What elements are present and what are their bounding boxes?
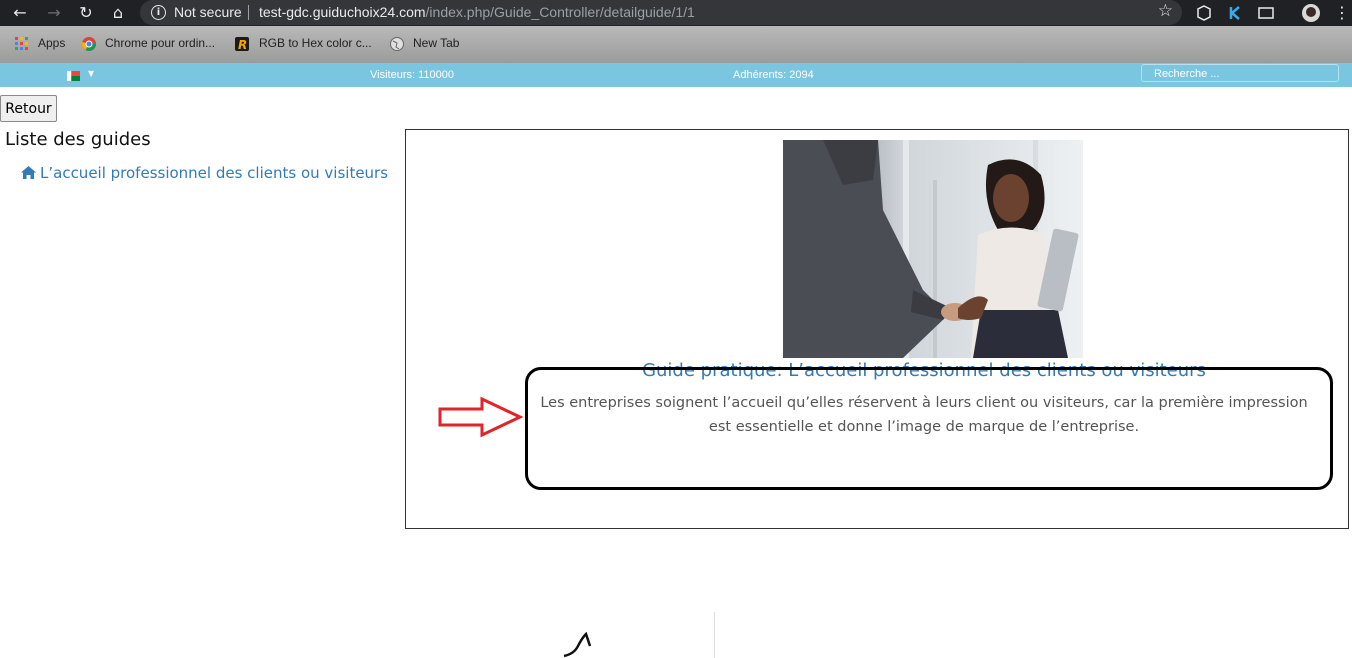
svg-text:R: R — [238, 38, 247, 51]
site-header-bar: ▼ Visiteurs: 110000 Adhérents: 2094 Rech… — [0, 63, 1352, 87]
back-arrow-icon[interactable]: ← — [10, 3, 30, 23]
home-icon[interactable]: ⌂ — [108, 3, 128, 23]
reload-icon[interactable]: ↻ — [76, 3, 96, 23]
guide-photo — [783, 140, 1083, 358]
url-text[interactable]: test-gdc.guiduchoix24.com/index.php/Guid… — [259, 4, 695, 20]
bookmark-star-icon[interactable]: ☆ — [1158, 1, 1173, 21]
extension-cube-icon[interactable] — [1195, 4, 1213, 22]
home-icon — [21, 166, 36, 179]
bookmark-apps[interactable]: Apps — [38, 36, 65, 50]
chrome-icon — [82, 37, 96, 51]
globe-icon — [390, 37, 404, 51]
url-host: test-gdc.guiduchoix24.com — [259, 4, 426, 20]
guide-link-label: L’accueil professionnel des clients ou v… — [40, 164, 389, 182]
security-label: Not secure — [174, 4, 242, 20]
forward-arrow-icon[interactable]: → — [44, 3, 64, 23]
menu-dots-icon[interactable]: ⋮ — [1332, 3, 1352, 23]
bookmark-rgb-hex[interactable]: RGB to Hex color c... — [259, 36, 372, 50]
annotation-highlight-box — [525, 367, 1333, 490]
bookmark-new-tab[interactable]: New Tab — [413, 36, 459, 50]
browser-toolbar: ← → ↻ ⌂ i Not secure test-gdc.guiduchoix… — [0, 0, 1352, 26]
retour-button[interactable]: Retour — [0, 95, 57, 122]
address-bar[interactable]: i Not secure test-gdc.guiduchoix24.com/i… — [140, 0, 1182, 25]
info-icon[interactable]: i — [151, 5, 166, 20]
url-divider — [248, 5, 249, 20]
madagascar-flag-icon[interactable] — [67, 71, 80, 81]
apps-grid-icon — [15, 37, 28, 50]
extension-k-icon[interactable] — [1226, 4, 1244, 22]
guide-list-item[interactable]: L’accueil professionnel des clients ou v… — [21, 164, 388, 182]
url-path: /index.php/Guide_Controller/detailguide/… — [425, 4, 695, 20]
visitors-count: Visiteurs: 110000 — [370, 69, 454, 81]
members-count: Adhérents: 2094 — [733, 69, 814, 81]
footer-logo-icon — [563, 632, 592, 658]
r-logo-icon: R — [235, 37, 249, 51]
guide-list-title: Liste des guides — [5, 129, 151, 150]
language-caret-icon[interactable]: ▼ — [88, 69, 94, 78]
bookmarks-bar: Apps Chrome pour ordin... R RGB to Hex c… — [0, 26, 1352, 63]
site-search-input[interactable]: Recherche ... — [1141, 64, 1339, 82]
footer-divider — [714, 612, 715, 658]
annotation-arrow-icon — [438, 396, 524, 438]
bookmark-chrome[interactable]: Chrome pour ordin... — [105, 36, 215, 50]
profile-avatar[interactable] — [1302, 4, 1320, 22]
cast-icon[interactable] — [1257, 4, 1275, 22]
